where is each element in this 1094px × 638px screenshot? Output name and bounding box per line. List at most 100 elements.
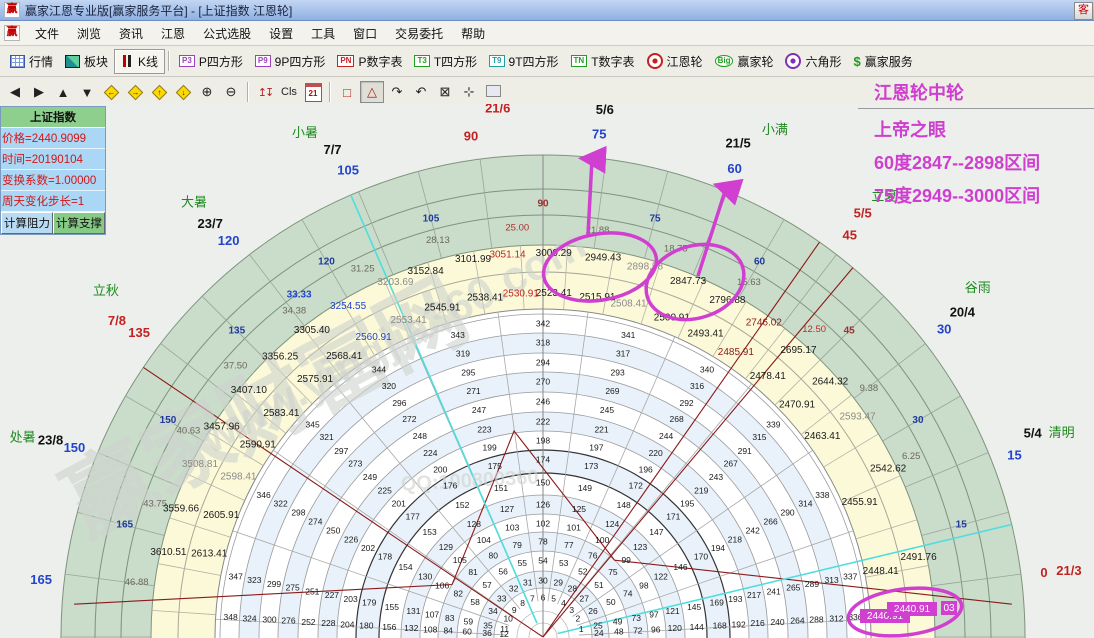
toolbar-sectors-button[interactable]: 板块 <box>59 50 114 73</box>
svg-text:179: 179 <box>362 597 376 607</box>
calendar-icon[interactable]: 21 <box>302 82 324 102</box>
svg-text:25.00: 25.00 <box>505 222 529 233</box>
toolbar-hexagon-button[interactable]: 六角形 <box>779 50 847 73</box>
toolbar-label: 9T四方形 <box>509 53 559 70</box>
svg-text:321: 321 <box>319 432 333 442</box>
rotate-ccw-icon[interactable]: ↶ <box>410 82 432 102</box>
annotation-line-1: 60度2847--2898区间 <box>874 149 1094 175</box>
toolbar-p-number-table-button[interactable]: PNP数字表 <box>331 50 408 73</box>
svg-text:149: 149 <box>578 483 592 493</box>
menu-item-3[interactable]: 江恩 <box>152 24 194 44</box>
menu-item-8[interactable]: 交易委托 <box>386 24 452 44</box>
svg-text:130: 130 <box>418 572 432 582</box>
svg-text:343: 343 <box>451 330 465 340</box>
calc-support-button[interactable]: 计算支撑 <box>53 212 105 234</box>
svg-text:226: 226 <box>344 534 358 544</box>
toolbar-p-square-button[interactable]: P3P四方形 <box>173 50 249 73</box>
scroll-right-icon[interactable]: ▶ <box>28 82 50 102</box>
annotation-title: 江恩轮中轮 <box>858 79 1094 109</box>
svg-text:338: 338 <box>815 490 829 500</box>
delete-box-icon[interactable]: ⊠ <box>434 82 456 102</box>
svg-text:120: 120 <box>668 623 682 633</box>
svg-text:225: 225 <box>378 486 392 496</box>
svg-text:265: 265 <box>786 583 800 593</box>
svg-text:291: 291 <box>738 446 752 456</box>
svg-text:15: 15 <box>1007 447 1021 462</box>
rotate-cw-icon[interactable]: ↷ <box>386 82 408 102</box>
svg-text:150: 150 <box>64 440 86 455</box>
menu-item-7[interactable]: 窗口 <box>344 24 386 44</box>
svg-text:268: 268 <box>670 414 684 424</box>
menu-item-2[interactable]: 资讯 <box>110 24 152 44</box>
svg-text:4: 4 <box>561 598 566 608</box>
zoom-in-icon[interactable]: ⊕ <box>196 82 218 102</box>
step-up-icon[interactable]: ↑ <box>148 82 170 102</box>
separator <box>168 51 170 71</box>
triangle-tool-icon[interactable]: △ <box>360 81 384 103</box>
toolbar-9p-square-button[interactable]: P99P四方形 <box>249 50 331 73</box>
svg-text:195: 195 <box>680 499 694 509</box>
zoom-out-icon[interactable]: ⊖ <box>220 82 242 102</box>
menu-item-9[interactable]: 帮助 <box>452 24 494 44</box>
svg-text:96: 96 <box>651 624 661 634</box>
presentation-icon[interactable] <box>482 82 504 102</box>
menu-item-0[interactable]: 文件 <box>26 24 68 44</box>
toolbar-label: 赢家轮 <box>737 53 773 70</box>
svg-text:34.38: 34.38 <box>282 306 306 317</box>
svg-text:148: 148 <box>617 500 631 510</box>
step-left-icon[interactable]: ← <box>100 82 122 102</box>
toolbar-label: T四方形 <box>434 53 477 70</box>
rotate-up-icon[interactable]: ▲ <box>52 82 74 102</box>
step-down-icon[interactable]: ↓ <box>172 82 194 102</box>
menu-item-4[interactable]: 公式选股 <box>194 24 260 44</box>
customer-service-button[interactable]: 客 <box>1074 2 1093 20</box>
step-right-icon[interactable]: → <box>124 82 146 102</box>
svg-text:135: 135 <box>128 325 150 340</box>
svg-text:216: 216 <box>751 618 765 628</box>
menu-item-1[interactable]: 浏览 <box>68 24 110 44</box>
toolbar-winner-service-button[interactable]: $赢家服务 <box>847 50 918 73</box>
svg-text:312: 312 <box>829 613 843 623</box>
shift-axis-icon[interactable]: ↥↧ <box>254 82 276 102</box>
svg-text:2583.41: 2583.41 <box>263 408 300 419</box>
cls-icon[interactable]: Cls <box>278 82 300 102</box>
toolbar-9t-square-button[interactable]: T99T四方形 <box>483 50 564 73</box>
svg-text:2553.41: 2553.41 <box>391 315 428 326</box>
svg-text:2568.41: 2568.41 <box>326 351 363 362</box>
rect-tool-icon[interactable]: □ <box>336 82 358 102</box>
fit-screen-icon[interactable]: ⊹ <box>458 82 480 102</box>
annotation-line-0: 上帝之眼 <box>874 116 1094 142</box>
toolbar-t-number-table-button[interactable]: TNT数字表 <box>565 50 641 73</box>
menu-item-5[interactable]: 设置 <box>260 24 302 44</box>
separator <box>329 82 331 102</box>
svg-text:2545.91: 2545.91 <box>424 303 461 314</box>
toolbar-kline-button[interactable]: K线 <box>114 49 165 74</box>
svg-text:346: 346 <box>257 490 271 500</box>
toolbar-label: 六角形 <box>805 53 841 70</box>
svg-text:78: 78 <box>538 536 548 546</box>
svg-text:178: 178 <box>378 551 392 561</box>
svg-text:248: 248 <box>413 431 427 441</box>
toolbar-quotes-button[interactable]: 行情 <box>4 50 59 73</box>
toolbar-t-square-button[interactable]: T3T四方形 <box>408 50 483 73</box>
svg-text:267: 267 <box>724 459 738 469</box>
svg-text:7/7: 7/7 <box>323 142 341 157</box>
calc-resistance-button[interactable]: 计算阻力 <box>1 212 53 234</box>
svg-text:20/4: 20/4 <box>950 304 976 319</box>
svg-text:342: 342 <box>536 318 550 328</box>
toolbar-winner-wheel-button[interactable]: Big赢家轮 <box>709 50 780 73</box>
svg-text:5/6: 5/6 <box>596 104 614 117</box>
svg-text:59: 59 <box>464 617 474 627</box>
menu-item-6[interactable]: 工具 <box>302 24 344 44</box>
svg-text:2949.43: 2949.43 <box>585 252 622 263</box>
svg-text:146: 146 <box>673 562 687 572</box>
svg-text:322: 322 <box>273 499 287 509</box>
svg-text:290: 290 <box>780 508 794 518</box>
svg-text:124: 124 <box>605 519 619 529</box>
svg-text:107: 107 <box>425 610 439 620</box>
scroll-left-icon[interactable]: ◀ <box>4 82 26 102</box>
toolbar-gann-wheel-button[interactable]: 江恩轮 <box>641 50 709 73</box>
svg-text:315: 315 <box>752 432 766 442</box>
svg-text:2613.41: 2613.41 <box>191 548 228 559</box>
rotate-down-icon[interactable]: ▼ <box>76 82 98 102</box>
